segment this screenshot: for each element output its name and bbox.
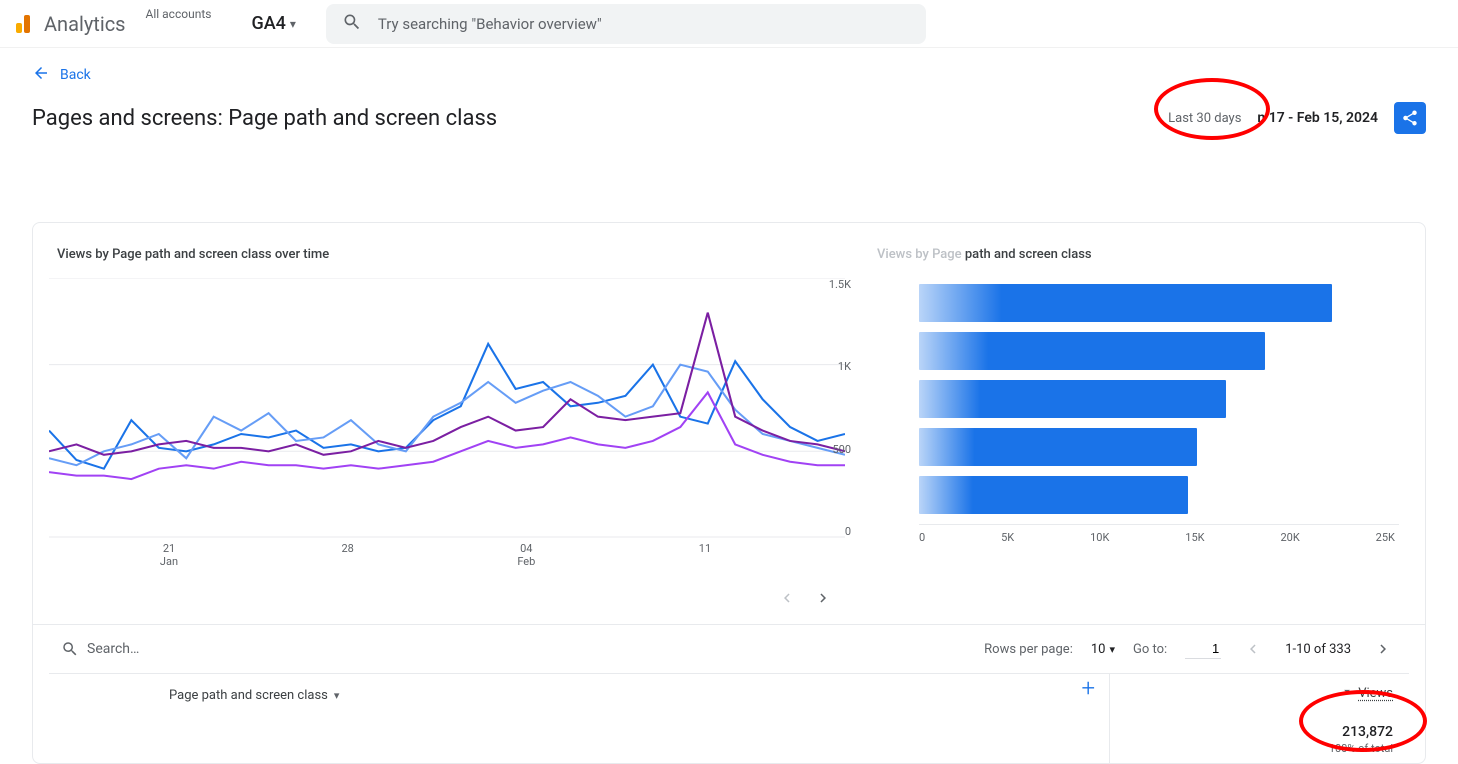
share-icon [1401,109,1419,127]
share-button[interactable] [1394,102,1426,134]
bar-x-ticks: 0 5K 10K 15K 20K 25K [919,524,1399,544]
table-header-row: Page path and screen class ▾ + Views 213… [49,673,1409,763]
search-icon [342,12,362,36]
line-chart[interactable]: 1.5K 1K 500 0 21Jan 28 04Feb 11 [49,278,845,588]
caret-down-icon: ▾ [334,689,340,702]
bar-chart-title: Views by Page path and screen class [869,247,1409,262]
line-chart-svg [49,278,845,538]
bar-chart[interactable]: 0 5K 10K 15K 20K 25K [869,278,1409,588]
line-y-ticks: 1.5K 1K 500 0 [829,278,851,538]
caret-down-icon: ▾ [1109,643,1115,656]
table-controls: Search… Rows per page: 10 ▾ Go to: 1-10 … [49,625,1409,673]
property-switcher[interactable]: GA4 ▾ [251,13,295,34]
global-search[interactable]: Try searching "Behavior overview" [326,4,926,44]
dimension-selector[interactable]: Page path and screen class ▾ [49,674,1067,717]
back-link[interactable]: Back [32,64,91,86]
subheader: Back Pages and screens: Page path and sc… [0,48,1458,142]
date-range[interactable]: n 17 - Feb 15, 2024 [1257,110,1378,126]
add-dimension-button[interactable]: + [1067,674,1109,702]
goto-label: Go to: [1133,642,1167,657]
analytics-logo-icon [16,15,30,33]
annotation-circle [1299,690,1427,752]
search-placeholder: Try searching "Behavior overview" [378,15,602,33]
bar-chart-panel: Views by Page path and screen class 0 5K… [869,247,1409,612]
page-title: Pages and screens: Page path and screen … [32,106,497,131]
metric-column: Views 213,872 100% of total [1109,674,1409,763]
search-icon [61,640,79,658]
line-chart-title: Views by Page path and screen class over… [49,247,845,262]
legend-next-button[interactable] [809,584,837,612]
line-chart-panel: Views by Page path and screen class over… [49,247,845,612]
arrow-left-icon [32,64,50,86]
prev-page-button[interactable] [1239,635,1267,663]
caret-down-icon: ▾ [290,17,296,31]
charts-row: Views by Page path and screen class over… [49,247,1409,612]
legend-pager [49,584,845,612]
date-range-area: Last 30 days n 17 - Feb 15, 2024 [1168,102,1426,134]
table-search[interactable]: Search… [61,640,976,658]
property-name: GA4 [251,13,285,34]
goto-input[interactable] [1185,639,1221,659]
top-bar: Analytics All accounts GA4 ▾ Try searchi… [0,0,1458,48]
rows-per-page-select[interactable]: 10 ▾ [1091,642,1115,657]
line-x-ticks: 21Jan 28 04Feb 11 [49,542,845,568]
next-page-button[interactable] [1369,635,1397,663]
legend-prev-button[interactable] [773,584,801,612]
bar-chart-bars [919,278,1399,514]
page-range: 1-10 of 333 [1285,642,1351,657]
brand-label: Analytics [44,12,126,36]
report-card: Views by Page path and screen class over… [32,222,1426,764]
accounts-label[interactable]: All accounts [146,7,212,21]
table-search-placeholder: Search… [87,641,139,657]
annotation-circle [1154,78,1270,140]
rows-per-page-label: Rows per page: [984,642,1073,657]
back-label: Back [60,67,91,83]
